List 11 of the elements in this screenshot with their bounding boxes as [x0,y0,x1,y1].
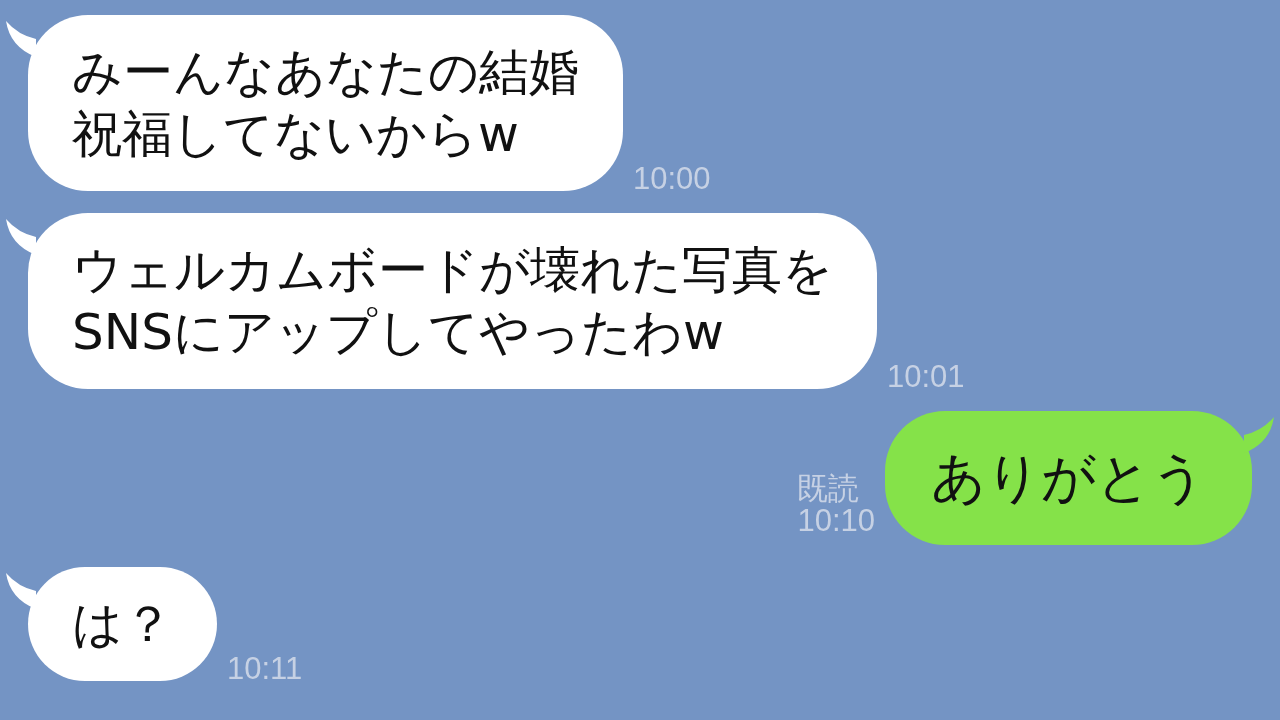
message-text: SNSにアップしてやったわw [72,302,724,363]
message-time: 10:00 [633,163,711,195]
message-time: 10:11 [227,653,303,685]
message-text: 祝福してないからw [72,104,519,165]
message-text: は？ [72,594,173,655]
read-receipt: 既読 [797,473,860,505]
message-text: ありがとう [931,447,1206,509]
message-text: ウェルカムボードが壊れた写真を [72,240,833,301]
message-time: 10:10 [797,505,875,537]
message-time: 10:01 [887,361,965,393]
message-text: みーんなあなたの結婚 [72,42,579,103]
